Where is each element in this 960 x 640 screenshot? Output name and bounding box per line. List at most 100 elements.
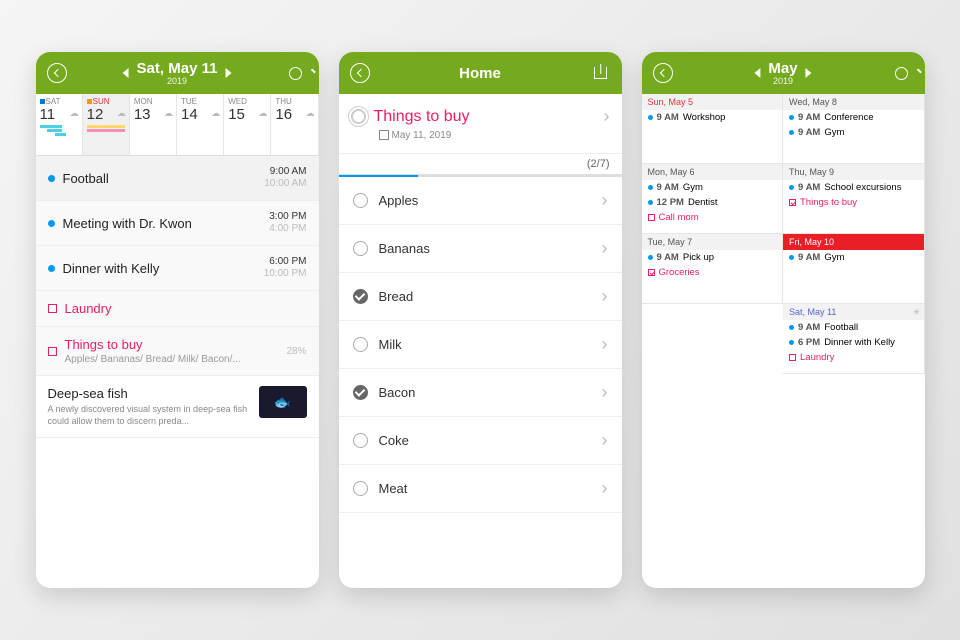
prev-day-button[interactable] (123, 68, 129, 78)
cell-date: Sun, May 5 (642, 94, 783, 110)
item-checkbox[interactable] (353, 241, 368, 256)
item-label: Coke (379, 433, 591, 448)
item-checkbox[interactable] (353, 481, 368, 496)
search-button[interactable] (287, 62, 309, 84)
list-item[interactable]: Bread › (339, 273, 622, 321)
search-button[interactable] (893, 62, 915, 84)
event-time: 9:00 AM10:00 AM (264, 166, 306, 190)
day-cell[interactable]: MON13☁ (130, 94, 177, 155)
list-item[interactable]: Apples› (339, 177, 622, 225)
list-item[interactable]: Milk› (339, 321, 622, 369)
cell-date: Thu, May 9 (783, 164, 924, 180)
header-year: 2019 (137, 76, 218, 86)
event-dot-icon (789, 340, 794, 345)
agenda-task[interactable]: Things to buy Apples/ Bananas/ Bread/ Mil… (36, 327, 319, 376)
item-label: Bananas (379, 241, 591, 256)
item-checkbox[interactable] (353, 289, 368, 304)
event-dot-icon (648, 115, 653, 120)
item-checkbox[interactable] (353, 193, 368, 208)
task-sub: Apples/ Bananas/ Bread/ Milk/ Bacon/... (65, 354, 287, 365)
week-cell[interactable]: Fri, May 109 AM Gym (783, 234, 925, 304)
week-cell[interactable] (642, 304, 784, 374)
event-dot-icon (789, 185, 794, 190)
item-label: Meat (379, 481, 591, 496)
cell-task: Groceries (642, 265, 783, 280)
event-title: Dinner with Kelly (63, 261, 264, 276)
list-item[interactable]: Bacon› (339, 369, 622, 417)
task-percent: 28% (286, 346, 306, 357)
cell-date: Mon, May 6 (642, 164, 783, 180)
list-item[interactable]: Coke› (339, 417, 622, 465)
back-button[interactable] (652, 62, 674, 84)
cell-event: 9 AM Gym (783, 250, 924, 265)
item-checkbox[interactable] (353, 433, 368, 448)
week-cell[interactable]: Tue, May 79 AM Pick upGroceries (642, 234, 784, 304)
checklist: Apples›Bananas›Bread›Milk›Bacon›Coke›Mea… (339, 177, 622, 513)
list-header[interactable]: Things to buy › May 11, 2019 (339, 94, 622, 154)
item-label: Milk (379, 337, 591, 352)
agenda-list: Football9:00 AM10:00 AMMeeting with Dr. … (36, 156, 319, 588)
event-dot-icon (789, 255, 794, 260)
list-date: May 11, 2019 (379, 130, 610, 141)
chevron-right-icon: › (602, 478, 608, 499)
list-item[interactable]: Meat › (339, 465, 622, 513)
cell-date: Wed, May 8 (783, 94, 924, 110)
day-view-screen: Sat, May 11 2019 SAT11☁SUN12☁MON13☁TUE14… (36, 52, 319, 588)
day-cell[interactable]: WED15☁ (224, 94, 271, 155)
week-view-screen: May 2019 Sun, May 59 AM WorkshopWed, May… (642, 52, 925, 588)
agenda-task[interactable]: Laundry (36, 291, 319, 327)
item-label: Apples (379, 193, 591, 208)
week-cell[interactable]: Wed, May 89 AM Conference9 AM Gym (783, 94, 925, 164)
news-title: Deep-sea fish (48, 386, 251, 401)
cell-date: Fri, May 10 (783, 234, 924, 250)
cell-event: 9 AM Conference (783, 110, 924, 125)
event-dot-icon (789, 325, 794, 330)
news-card[interactable]: Deep-sea fishA newly discovered visual s… (36, 376, 319, 438)
header-year: 2019 (768, 76, 797, 86)
next-day-button[interactable] (225, 68, 231, 78)
item-checkbox[interactable] (353, 337, 368, 352)
header-title: May (768, 61, 797, 76)
next-month-button[interactable] (806, 68, 812, 78)
day-selector: SAT11☁SUN12☁MON13☁TUE14☁WED15☁THU16☁ (36, 94, 319, 156)
list-item[interactable]: Bananas› (339, 225, 622, 273)
prev-month-button[interactable] (754, 68, 760, 78)
checkbox-checked-icon (648, 269, 655, 276)
item-checkbox[interactable] (353, 385, 368, 400)
week-cell[interactable]: Sun, May 59 AM Workshop (642, 94, 784, 164)
cell-task: Call mom (642, 210, 783, 225)
item-label: Bread (379, 289, 591, 304)
back-icon (350, 63, 370, 83)
checkbox-icon (48, 347, 57, 356)
agenda-event[interactable]: Meeting with Dr. Kwon3:00 PM4:00 PM (36, 201, 319, 246)
chevron-right-icon: › (602, 286, 608, 307)
cell-date: Sat, May 11 (783, 304, 924, 320)
share-button[interactable] (590, 62, 612, 84)
item-label: Bacon (379, 385, 591, 400)
cell-event: 9 AM Gym (642, 180, 783, 195)
back-icon (653, 63, 673, 83)
day-cell[interactable]: SAT11☁ (36, 94, 83, 155)
header: Home (339, 52, 622, 94)
list-view-screen: Home Things to buy › May 11, 2019 (2/7) … (339, 52, 622, 588)
weather-icon: ☀ (912, 307, 920, 318)
cell-task: Laundry (783, 350, 924, 365)
event-dot-icon (648, 200, 653, 205)
agenda-event[interactable]: Dinner with Kelly6:00 PM10:00 PM (36, 246, 319, 291)
day-cell[interactable]: SUN12☁ (83, 94, 130, 155)
task-title: Things to buy (65, 337, 287, 352)
back-button[interactable] (349, 62, 371, 84)
header: May 2019 (642, 52, 925, 94)
agenda-event[interactable]: Football9:00 AM10:00 AM (36, 156, 319, 201)
week-cell[interactable]: Mon, May 69 AM Gym12 PM DentistCall mom (642, 164, 784, 234)
week-cell[interactable]: ☀Sat, May 119 AM Football6 PM Dinner wit… (783, 304, 925, 374)
cell-date: Tue, May 7 (642, 234, 783, 250)
header: Sat, May 11 2019 (36, 52, 319, 94)
day-cell[interactable]: TUE14☁ (177, 94, 224, 155)
week-cell[interactable]: Thu, May 99 AM School excursionsThings t… (783, 164, 925, 234)
back-button[interactable] (46, 62, 68, 84)
event-dot-icon (48, 220, 55, 227)
event-title: Meeting with Dr. Kwon (63, 216, 270, 231)
day-cell[interactable]: THU16☁ (271, 94, 318, 155)
cell-event: 6 PM Dinner with Kelly (783, 335, 924, 350)
